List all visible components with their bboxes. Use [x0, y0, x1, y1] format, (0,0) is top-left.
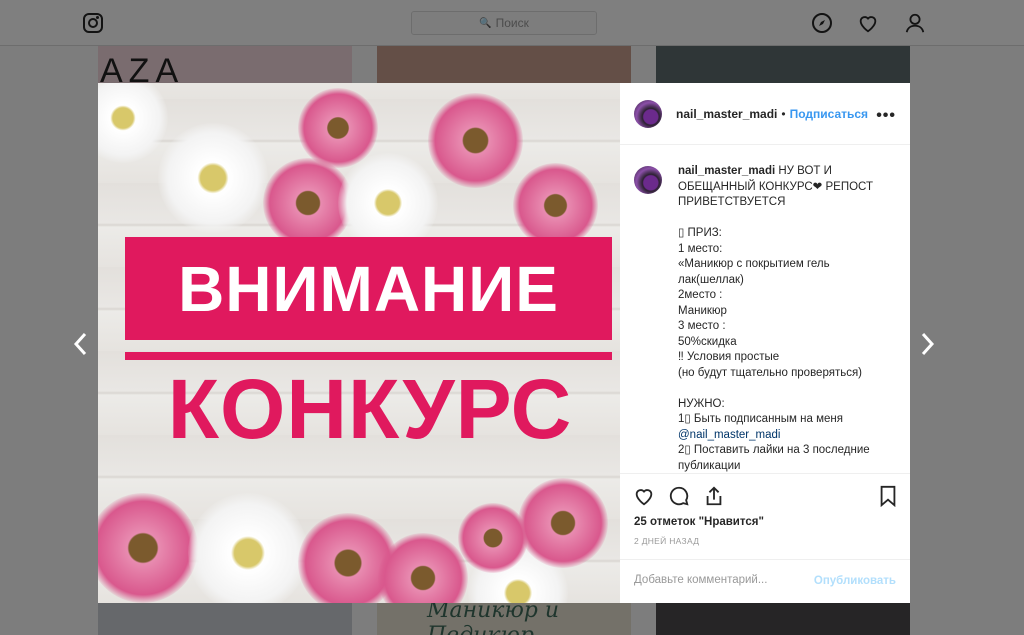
caption-line: 1 место: [678, 242, 723, 255]
mention-link[interactable]: @nail_master_madi [678, 428, 896, 444]
likes-count[interactable]: 25 отметок "Нравится" [634, 516, 764, 528]
post-image[interactable]: ВНИМАНИЕ КОНКУРС [98, 83, 620, 603]
caption-line: НУ ВОТ И [778, 165, 832, 177]
caption-author-username[interactable]: nail_master_madi [678, 165, 775, 177]
caption-line [678, 211, 896, 227]
header-separator: • [781, 106, 786, 121]
more-options-icon[interactable]: ••• [876, 107, 896, 125]
share-upload-icon[interactable] [702, 484, 726, 508]
flower-decoration [98, 83, 168, 163]
banner-divider [125, 352, 612, 360]
contest-title-text: КОНКУРС [167, 362, 573, 456]
like-heart-icon[interactable] [632, 484, 656, 508]
post-author-username[interactable]: nail_master_madi [676, 107, 777, 121]
avatar[interactable] [634, 99, 662, 128]
caption-line: 2▯ Поставить лайки на 3 последние [678, 444, 870, 456]
publish-comment-button[interactable]: Опубликовать [814, 575, 896, 587]
caption-line: ОБЕЩАННЫЙ КОНКУРС❤ РЕПОСТ [678, 180, 873, 193]
comment-bubble-icon[interactable] [667, 484, 691, 508]
caption-line: Маникюр [678, 304, 727, 317]
flower-decoration [458, 503, 528, 573]
post-actions: 25 отметок "Нравится" 2 ДНЕЙ НАЗАД [620, 473, 910, 559]
flower-decoration [428, 93, 523, 188]
flower-decoration [518, 478, 608, 568]
caption-line: лак(шеллак) [678, 273, 744, 286]
caption-line: ПРИВЕТСТВУЕТСЯ [678, 196, 786, 208]
comment-input[interactable] [634, 574, 804, 586]
flower-decoration [188, 493, 308, 603]
flower-decoration [513, 163, 598, 248]
flower-decoration [158, 123, 268, 233]
caption-line [678, 381, 896, 397]
post-caption: nail_master_madi НУ ВОТ И ОБЕЩАННЫЙ КОНК… [678, 164, 896, 473]
caption-line: (но будут тщательно проверяться) [678, 366, 863, 379]
comment-form: Опубликовать [620, 559, 910, 603]
announcement-banner: ВНИМАНИЕ [125, 237, 612, 340]
post-timestamp[interactable]: 2 ДНЕЙ НАЗАД [634, 536, 699, 546]
post-header: nail_master_madi • Подписаться ••• [620, 83, 910, 145]
caption-line: 1▯ Быть подписанным на меня [678, 413, 843, 425]
avatar[interactable] [634, 166, 662, 194]
caption-line: «Маникюр с покрытием гель [678, 258, 830, 270]
banner-text: ВНИМАНИЕ [178, 252, 559, 325]
flower-decoration [298, 88, 378, 168]
next-post-arrow-icon[interactable] [916, 330, 940, 358]
caption-line: публикации [678, 459, 741, 472]
caption-line: ‼ Условия простые [678, 351, 780, 363]
caption-line: 2место : [678, 289, 723, 301]
caption-scroll-area[interactable]: nail_master_madi НУ ВОТ И ОБЕЩАННЫЙ КОНК… [620, 146, 910, 473]
caption-line: ▯ ПРИЗ: [678, 227, 722, 239]
caption-line: 50%скидка [678, 335, 737, 348]
flower-decoration [98, 493, 198, 603]
caption-line: 3 место : [678, 320, 726, 332]
save-bookmark-icon[interactable] [876, 484, 900, 508]
follow-button[interactable]: Подписаться [790, 107, 868, 121]
post-details-panel: nail_master_madi • Подписаться ••• nail_… [620, 83, 910, 603]
previous-post-arrow-icon[interactable] [68, 330, 92, 358]
caption-line: НУЖНО: [678, 397, 725, 410]
